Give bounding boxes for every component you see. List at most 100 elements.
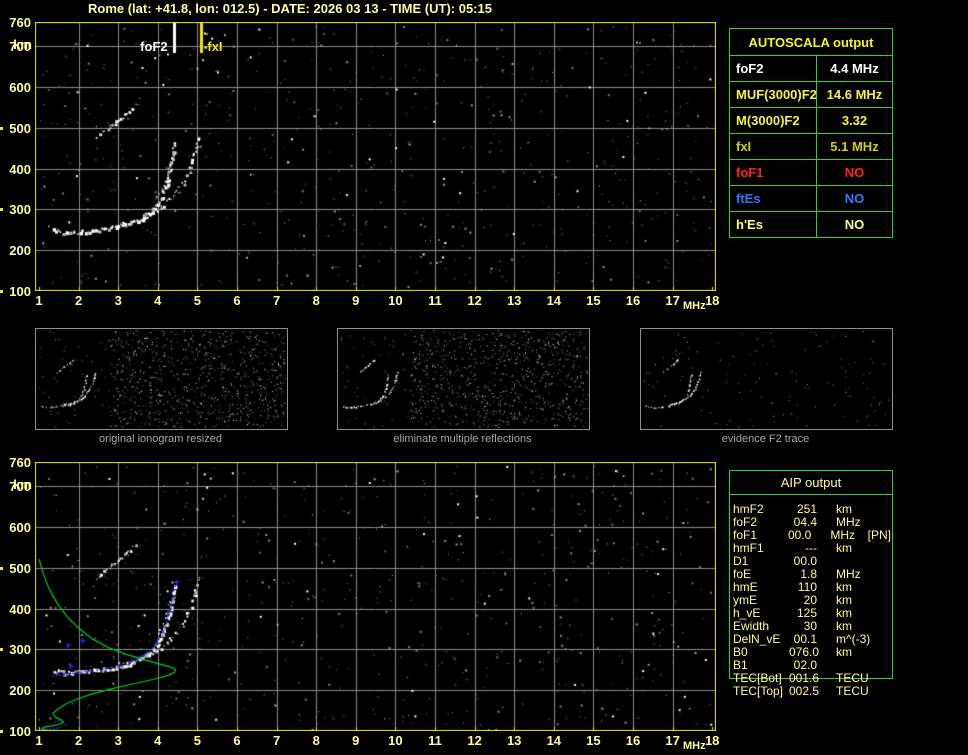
parameter-unit: km [836,541,852,555]
x-tick-label: 3 [114,733,122,748]
autoscala-table: AUTOSCALA output foF2 4.4 MHz MUF(3000)F2 1… [729,28,893,238]
table-row: foF2 4.4 MHz [730,56,892,82]
parameter-name: foF2 [730,56,817,81]
parameter-value: 3.32 [841,113,868,128]
parameter-unit: km [836,645,852,659]
y-tick-label: 500 [9,120,31,136]
table-row: ftEs NO [730,186,892,212]
parameter-name: foF1 [730,160,817,185]
x-tick-label: 15 [586,733,601,748]
x-tick-label: 9 [352,733,360,748]
x-tick-label: 16 [625,293,641,308]
x-tick-label: 1 [35,733,43,748]
thumbnail-caption-3: evidence F2 trace [721,433,810,445]
table-row: fxI 5.1 MHz [730,134,892,160]
parameter-value: 002.5 [789,684,820,698]
y-tick-label: 600 [9,80,31,96]
autoscala-table-rows: foF2 4.4 MHz MUF(3000)F2 14.6 MHz M(3000)F2 3… [730,56,892,237]
x-tick-label: 10 [388,733,403,748]
x-tick-label: 5 [193,733,201,748]
parameter-unit: TECU [836,684,869,698]
y-axis-minor-dash [0,208,3,212]
y-tick-label: 760 [9,15,31,30]
y-axis-unit-label: km [13,37,32,52]
y-axis-minor-dash [0,730,3,733]
y-tick-label: 200 [9,243,31,259]
list-item: TEC[Top] 002.5 TECU [729,685,891,698]
thumbnail-original-ionogram [35,328,288,430]
x-tick-label: 6 [233,733,241,748]
table-row: foF1 NO [730,160,892,186]
y-tick-label: 400 [9,161,31,177]
x-axis-unit-label: MHz [683,740,706,752]
x-tick-label: 16 [625,733,641,748]
top-ionogram-canvas [35,22,716,291]
y-tick-label: 400 [9,601,31,617]
y-axis-minor-dash [0,648,3,652]
x-tick-label: 11 [428,293,442,308]
table-row: M(3000)F2 3.32 [730,108,892,134]
x-tick-label: 17 [665,293,680,308]
y-tick-label: 300 [9,202,31,218]
parameter-name: ftEs [730,186,817,211]
parameter-value: NO [844,217,865,232]
x-tick-label: 1 [35,293,43,308]
x-tick-label: 14 [546,733,562,748]
y-tick-label: 600 [9,520,31,536]
y-tick-label: 500 [9,560,31,576]
y-axis-minor-dash [0,290,3,293]
x-tick-label: 14 [546,293,562,308]
parameter-name: fxI [730,134,817,159]
x-tick-label: 6 [233,293,241,308]
x-tick-label: 10 [388,293,403,308]
y-tick-label: 300 [9,642,31,658]
x-tick-label: 7 [272,733,281,748]
y-axis-unit-label: km [13,477,32,492]
x-tick-label: 13 [506,293,522,308]
x-tick-label: 8 [312,293,320,308]
table-row: MUF(3000)F2 14.6 MHz [730,82,892,108]
x-tick-label: 9 [352,293,360,308]
aip-rows: hmF2 251 km foF2 04.4 MHz foF1 00.0 MHz [PN] hmF1-… [729,503,891,698]
aip-panel-header: AIP output [730,471,892,495]
x-tick-label: 13 [506,733,522,748]
x-tick-label: 7 [272,293,281,308]
x-tick-label: 12 [467,733,482,748]
x-tick-label: 11 [428,733,442,748]
y-tick-label: 200 [9,683,31,699]
parameter-value: NO [844,191,865,206]
autoscala-table-header: AUTOSCALA output [730,29,892,56]
autoscala-app-screen: { "title": "Rome (lat: +41.8, lon: 012.5… [0,0,968,755]
x-axis-unit-label: MHz [683,300,706,312]
parameter-value: 14.6 MHz [826,87,883,102]
x-tick-label: 4 [154,733,162,748]
x-tick-label: 12 [467,293,482,308]
y-axis-minor-dash [0,126,3,130]
fof2-marker-label: foF2 [140,39,168,54]
y-axis-minor-dash [0,566,3,570]
parameter-name: MUF(3000)F2 [730,82,817,107]
x-tick-label: 2 [74,293,83,308]
x-tick-label: 2 [74,733,83,748]
parameter-name: h'Es [730,212,817,237]
y-tick-label: 760 [9,455,31,470]
x-tick-label: 4 [154,293,162,308]
table-row: h'Es NO [730,212,892,237]
x-tick-label: 5 [193,293,201,308]
x-tick-label: 3 [114,293,122,308]
parameter-value: NO [844,165,865,180]
x-tick-label: 17 [665,733,680,748]
page-title: Rome (lat: +41.8, lon: 012.5) - DATE: 20… [88,1,492,16]
parameter-flag: [PN] [867,528,891,542]
fxi-marker-label: fxI [207,39,223,54]
x-tick-label: 15 [586,293,601,308]
x-tick-label: 8 [312,733,320,748]
bottom-ionogram-canvas [35,462,716,731]
parameter-value: 5.1 MHz [830,139,879,154]
thumbnail-evidence-f2-trace [640,328,893,430]
parameter-name: TEC[Top] [733,684,784,698]
parameter-value: 4.4 MHz [830,61,879,76]
thumbnail-caption-1: original ionogram resized [99,433,222,445]
parameter-name: M(3000)F2 [730,108,817,133]
thumbnail-caption-2: eliminate multiple reflections [393,433,532,445]
